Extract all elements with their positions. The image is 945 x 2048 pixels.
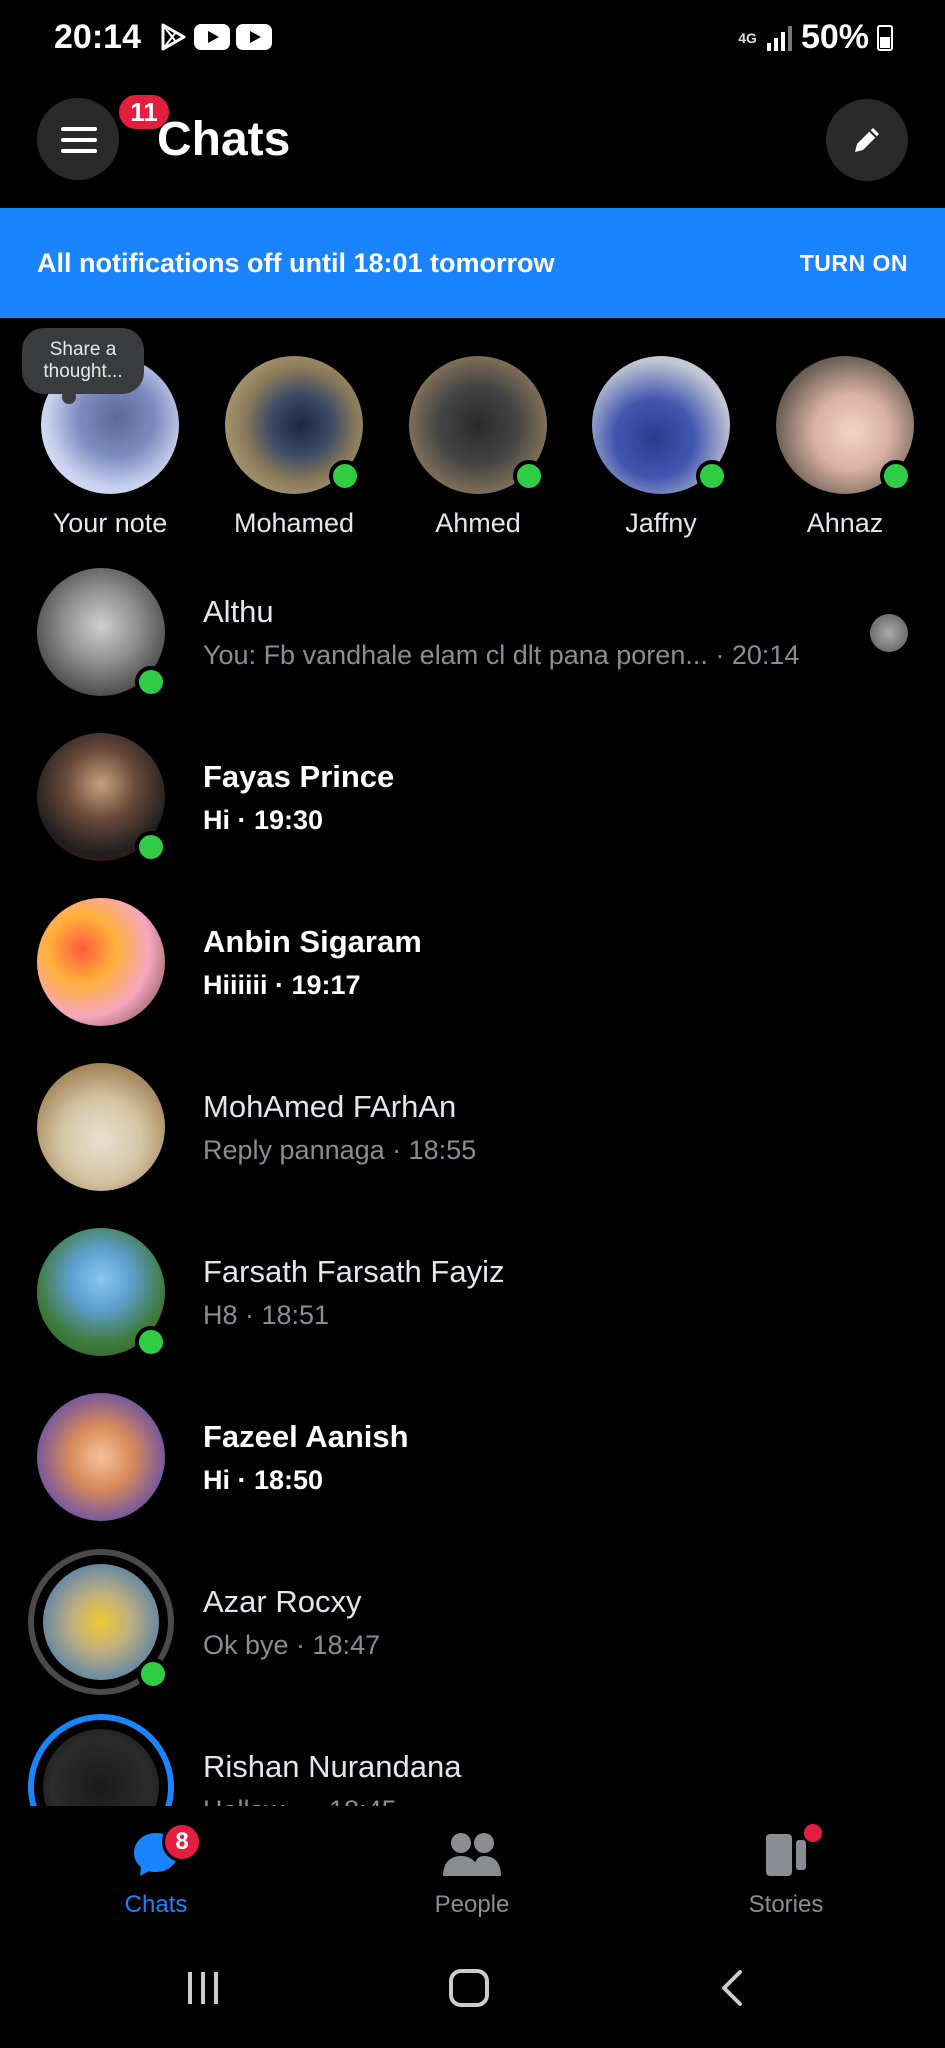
avatar	[37, 1063, 165, 1191]
chat-preview: Hi · 18:50	[203, 1465, 324, 1495]
chat-preview: You: Fb vandhale elam cl dlt pana poren.…	[203, 640, 800, 670]
stories-new-dot	[804, 1824, 822, 1842]
avatar	[43, 1564, 169, 1690]
online-indicator	[137, 1658, 169, 1690]
compose-button[interactable]	[826, 99, 908, 181]
menu-button[interactable]: 11	[37, 92, 172, 180]
hamburger-icon	[61, 127, 97, 153]
chat-name: MohAmed FArhAn	[203, 1089, 457, 1124]
chat-name: Fazeel Aanish	[203, 1419, 409, 1454]
story-ahmed[interactable]: Ahmed	[403, 356, 553, 539]
status-bar: 20:14 4G 50%	[0, 0, 945, 78]
avatar	[225, 356, 363, 494]
online-indicator	[880, 460, 912, 492]
story-name: Your note	[52, 508, 168, 538]
online-indicator	[135, 666, 167, 698]
chat-list[interactable]: Althu You: Fb vandhale elam cl dlt pana …	[0, 548, 945, 1806]
chat-row-mohamed-farhan[interactable]: MohAmed FArhAn Reply pannaga · 18:55	[0, 1053, 945, 1218]
status-system-icons: 4G 50%	[738, 18, 893, 57]
chat-row-fazeel-aanish[interactable]: Fazeel Aanish Hi · 18:50	[0, 1383, 945, 1548]
avatar	[37, 898, 165, 1026]
tab-label: People	[434, 1891, 510, 1918]
story-name: Ahmed	[435, 508, 521, 538]
tab-label: Stories	[748, 1891, 824, 1918]
recent-apps-icon[interactable]	[183, 1968, 223, 2008]
chat-preview: Hiiiiii · 19:17	[203, 970, 361, 1000]
page-title: Chats	[157, 113, 291, 166]
online-indicator	[329, 460, 361, 492]
active-stories-row: Share a thought... Your note Mohamed Ahm…	[0, 328, 945, 548]
chat-name: Rishan Nurandana	[203, 1749, 462, 1784]
pencil-icon	[855, 128, 879, 152]
chat-row-althu[interactable]: Althu You: Fb vandhale elam cl dlt pana …	[0, 558, 945, 723]
online-indicator	[513, 460, 545, 492]
story-ahnaz[interactable]: Ahnaz	[770, 356, 920, 539]
note-prompt-bubble[interactable]: Share a thought...	[22, 328, 144, 404]
chat-preview: H8 · 18:51	[203, 1300, 330, 1330]
status-notification-icons	[158, 22, 272, 52]
chat-name: Anbin Sigaram	[203, 924, 422, 959]
youtube-icon	[194, 24, 230, 50]
avatar	[37, 1228, 167, 1358]
tab-stories[interactable]: Stories	[696, 1824, 876, 1919]
avatar	[776, 356, 914, 494]
chat-preview: Hellow... · 18:45	[203, 1795, 397, 1806]
battery-icon	[877, 24, 893, 51]
story-jaffny[interactable]: Jaffny	[586, 356, 736, 539]
online-indicator	[135, 831, 167, 863]
youtube-icon	[236, 24, 272, 50]
avatar	[37, 568, 167, 698]
online-indicator	[135, 1326, 167, 1358]
signal-icon	[766, 25, 792, 51]
tab-people[interactable]: People	[382, 1830, 562, 1919]
notifications-banner: All notifications off until 18:01 tomorr…	[0, 208, 945, 318]
battery-percent: 50%	[800, 18, 869, 56]
avatar	[37, 1393, 165, 1521]
story-name: Jaffny	[625, 508, 697, 538]
home-icon[interactable]	[448, 1968, 490, 2008]
chat-row-azar-rocxy[interactable]: Azar Rocxy Ok bye · 18:47	[0, 1548, 945, 1713]
bottom-navigation: 8 Chats People Stories	[0, 1810, 945, 1930]
story-name: Mohamed	[233, 508, 355, 538]
chat-preview: Reply pannaga · 18:55	[203, 1135, 477, 1165]
chat-name: Azar Rocxy	[203, 1584, 362, 1619]
turn-on-button[interactable]: TURN ON	[800, 250, 908, 277]
chat-name: Fayas Prince	[203, 759, 395, 794]
banner-text: All notifications off until 18:01 tomorr…	[37, 248, 555, 278]
seen-by-avatar	[870, 614, 908, 652]
tab-chats[interactable]: 8 Chats	[66, 1822, 246, 1919]
story-mohamed[interactable]: Mohamed	[219, 356, 369, 539]
chats-badge: 8	[162, 1822, 202, 1862]
chat-preview: Hi · 19:30	[203, 805, 324, 835]
network-type: 4G	[738, 29, 757, 46]
chat-row-fayas-prince[interactable]: Fayas Prince Hi · 19:30	[0, 723, 945, 888]
chats-header: 11 Chats	[0, 92, 945, 186]
system-navigation-bar	[0, 1950, 945, 2048]
chat-preview: Ok bye · 18:47	[203, 1630, 381, 1660]
avatar	[37, 733, 167, 863]
chat-row-farsath[interactable]: Farsath Farsath Fayiz H8 · 18:51	[0, 1218, 945, 1383]
back-icon[interactable]	[716, 1968, 748, 2008]
tab-label: Chats	[124, 1891, 188, 1918]
avatar	[409, 356, 547, 494]
chat-name: Farsath Farsath Fayiz	[203, 1254, 505, 1289]
online-indicator	[696, 460, 728, 492]
story-name: Ahnaz	[806, 508, 884, 538]
play-store-icon	[161, 23, 186, 51]
chat-row-rishan-nurandana[interactable]: Rishan Nurandana Hellow... · 18:45	[0, 1713, 945, 1806]
avatar	[592, 356, 730, 494]
chat-name: Althu	[203, 594, 274, 629]
people-icon	[443, 1833, 501, 1876]
chat-row-anbin-sigaram[interactable]: Anbin Sigaram Hiiiiii · 19:17	[0, 888, 945, 1053]
status-time: 20:14	[54, 18, 141, 56]
